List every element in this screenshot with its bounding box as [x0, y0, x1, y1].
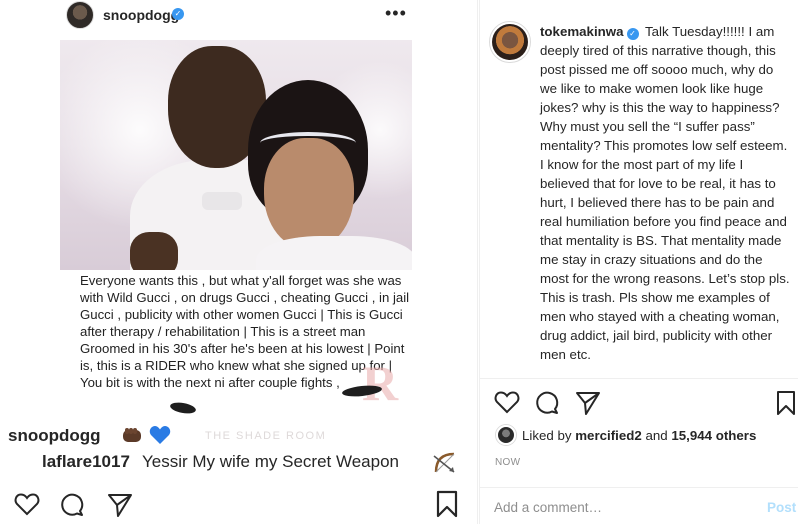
comment-icon: [536, 391, 559, 414]
likes-summary: Liked by mercified2 and 15,944 others: [522, 428, 756, 443]
caption-text: Talk Tuesday!!!!!! I am deeply tired of …: [540, 24, 790, 362]
heart-icon: [14, 492, 40, 516]
post-comment-button[interactable]: Post: [767, 500, 796, 515]
share-icon: [107, 492, 133, 518]
embedded-action-bar: [0, 486, 478, 524]
embedded-username: snoopdogg: [103, 7, 180, 23]
post-caption: tokemakinwa ✓ Talk Tuesday!!!!!! I am dee…: [540, 22, 792, 364]
divider: [480, 487, 798, 488]
blue-heart-emoji-icon: [149, 425, 171, 445]
author-username[interactable]: tokemakinwa: [540, 24, 624, 39]
image-caption-text: Everyone wants this , but what y'all for…: [80, 273, 410, 390]
censor-scribble: [169, 400, 197, 416]
comment-username: snoopdogg: [8, 426, 101, 445]
save-button[interactable]: [776, 390, 796, 416]
liker-username[interactable]: mercified2: [575, 428, 642, 443]
liker-avatar[interactable]: [496, 425, 516, 445]
wedding-photo: [60, 40, 412, 270]
reposted-image-panel: snoopdogg ✓ ••• Everyone wants this , bu…: [0, 0, 478, 524]
share-icon: [576, 392, 600, 415]
share-button[interactable]: [575, 390, 601, 416]
post-details-panel: tokemakinwa ✓ Talk Tuesday!!!!!! I am dee…: [479, 0, 798, 524]
comment-icon: [59, 492, 85, 518]
bookmark-icon: [777, 391, 795, 415]
image-caption-box: Everyone wants this , but what y'all for…: [60, 270, 412, 420]
likes-and: and: [645, 428, 668, 443]
fist-emoji-icon: [121, 426, 143, 444]
embedded-avatar: [66, 1, 94, 29]
divider: [480, 378, 798, 379]
verified-badge-icon: ✓: [172, 8, 184, 20]
add-comment-input[interactable]: Add a comment…: [494, 500, 602, 515]
comment-text: Yessir My wife my Secret Weapon: [142, 452, 399, 471]
like-button[interactable]: [494, 390, 520, 414]
watermark-logo: R: [362, 355, 399, 411]
author-avatar[interactable]: [492, 24, 528, 60]
embedded-post-header: snoopdogg ✓ •••: [0, 0, 478, 30]
post-timestamp[interactable]: NOW: [495, 457, 520, 468]
bow-and-arrow-emoji-icon: [432, 450, 458, 476]
comment-username: laflare1017: [42, 452, 130, 471]
more-options-icon: •••: [385, 3, 407, 23]
verified-badge-icon: ✓: [626, 28, 639, 40]
bookmark-icon: [436, 490, 458, 518]
watermark-text: THE SHADE ROOM: [205, 430, 327, 442]
comment-button[interactable]: [534, 390, 560, 416]
likes-count[interactable]: 15,944 others: [671, 428, 756, 443]
heart-icon: [494, 391, 520, 414]
likes-prefix: Liked by: [522, 428, 572, 443]
